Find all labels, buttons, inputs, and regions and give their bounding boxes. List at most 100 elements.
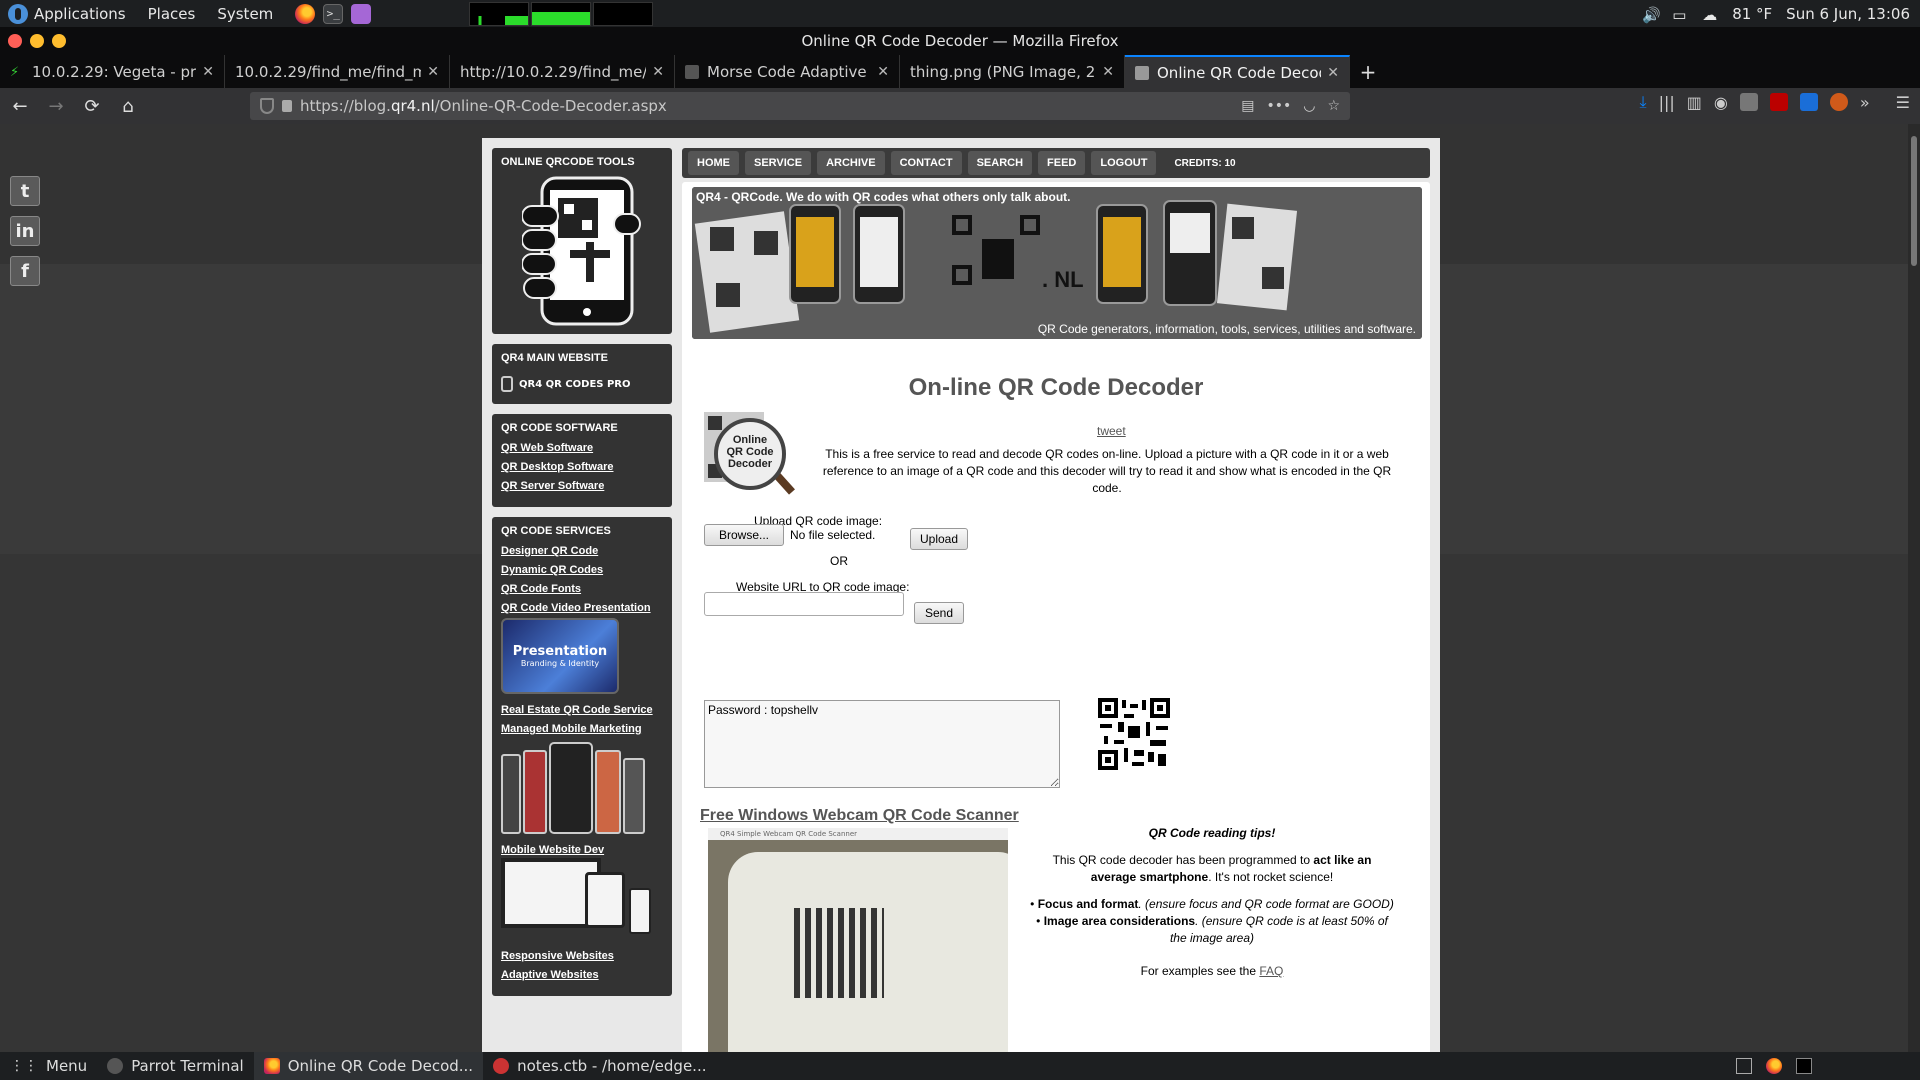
link-video-presentation[interactable]: QR Code Video Presentation: [501, 602, 663, 614]
decoded-result-textarea[interactable]: Password : topshellv: [704, 700, 1060, 788]
sidebar-icon[interactable]: ▥: [1687, 93, 1702, 112]
places-menu[interactable]: Places: [148, 5, 196, 23]
maximize-window-button[interactable]: [52, 34, 66, 48]
url-bar[interactable]: https://blog.qr4.nl/Online-QR-Code-Decod…: [250, 92, 1350, 120]
webcam-scanner-link[interactable]: Free Windows Webcam QR Code Scanner: [700, 807, 1019, 825]
lock-icon[interactable]: [282, 100, 292, 112]
tab-find-me-2[interactable]: http://10.0.2.29/find_me/fin ✕: [450, 55, 675, 88]
faq-link[interactable]: FAQ: [1259, 964, 1283, 978]
link-dynamic-qr[interactable]: Dynamic QR Codes: [501, 564, 663, 576]
link-mobile-marketing[interactable]: Managed Mobile Marketing: [501, 723, 663, 735]
linkedin-icon[interactable]: in: [10, 216, 40, 246]
library-icon[interactable]: |||: [1659, 93, 1675, 112]
link-designer-qr[interactable]: Designer QR Code: [501, 545, 663, 557]
main-website-heading: QR4 MAIN WEBSITE: [501, 352, 608, 364]
nav-home[interactable]: HOME: [688, 151, 739, 175]
forward-button[interactable]: →: [40, 91, 72, 121]
nav-contact[interactable]: CONTACT: [890, 151, 962, 175]
workspace-icon[interactable]: [1796, 1058, 1812, 1074]
extension-icon[interactable]: [1739, 93, 1758, 111]
site-page: ONLINE QRCODE TOOLS QR4 MAIN WEBSITE QR4…: [482, 138, 1440, 1052]
tab-find-me-1[interactable]: 10.0.2.29/find_me/find_me ✕: [225, 55, 450, 88]
link-web-software[interactable]: QR Web Software: [501, 442, 663, 454]
terminal-launcher-icon[interactable]: >_: [323, 3, 344, 24]
pocket-icon[interactable]: ◡: [1303, 98, 1315, 114]
foxyproxy-icon[interactable]: [1829, 93, 1848, 111]
site-nav-menu: HOME SERVICE ARCHIVE CONTACT SEARCH FEED…: [682, 148, 1430, 178]
link-server-software[interactable]: QR Server Software: [501, 480, 663, 492]
task-notes[interactable]: notes.ctb - /home/edge...: [483, 1052, 716, 1080]
presentation-image[interactable]: Presentation Branding & Identity: [501, 618, 619, 694]
tab-morse-code[interactable]: Morse Code Adaptive Au ✕: [675, 55, 900, 88]
link-qr-fonts[interactable]: QR Code Fonts: [501, 583, 663, 595]
qr4-pro-logo[interactable]: QR4 QR CODES PRO: [501, 372, 663, 396]
reload-button[interactable]: ⟳: [76, 91, 108, 121]
twitter-icon[interactable]: t: [10, 176, 40, 206]
phones-image[interactable]: [501, 742, 663, 834]
bookmark-star-icon[interactable]: ☆: [1327, 98, 1340, 114]
parrot-logo-icon[interactable]: [8, 3, 28, 24]
nav-archive[interactable]: ARCHIVE: [817, 151, 885, 175]
ublock-icon[interactable]: [1769, 93, 1788, 111]
close-window-button[interactable]: [8, 34, 22, 48]
tracking-shield-icon[interactable]: [260, 98, 274, 114]
keyboard-tray-icon[interactable]: [1736, 1058, 1752, 1074]
link-responsive-websites[interactable]: Responsive Websites: [501, 950, 663, 962]
page-scrollbar[interactable]: [1908, 124, 1920, 1052]
devices-image[interactable]: [501, 858, 663, 944]
url-text[interactable]: https://blog.qr4.nl/Online-QR-Code-Decod…: [300, 97, 1350, 115]
link-real-estate[interactable]: Real Estate QR Code Service: [501, 704, 663, 716]
tab-label: http://10.0.2.29/find_me/fin: [460, 62, 647, 81]
facebook-icon[interactable]: f: [10, 256, 40, 286]
page-actions-icon[interactable]: •••: [1266, 98, 1291, 114]
display-icon[interactable]: ▭: [1672, 6, 1688, 24]
phone-in-hand-icon[interactable]: [521, 176, 642, 326]
new-tab-button[interactable]: +: [1350, 55, 1386, 88]
link-adaptive-websites[interactable]: Adaptive Websites: [501, 969, 663, 981]
start-menu-button[interactable]: ⋮⋮ Menu: [0, 1052, 97, 1080]
tab-thing-png[interactable]: thing.png (PNG Image, 200 ✕: [900, 55, 1125, 88]
nav-feed[interactable]: FEED: [1038, 151, 1086, 175]
qr-url-input[interactable]: [704, 592, 904, 616]
close-tab-icon[interactable]: ✕: [652, 64, 664, 80]
tab-qr-decoder[interactable]: Online QR Code Decoder ✕: [1125, 55, 1350, 88]
nav-search[interactable]: SEARCH: [967, 151, 1033, 175]
minimize-window-button[interactable]: [30, 34, 44, 48]
page-title: On-line QR Code Decoder: [908, 374, 1204, 401]
hamburger-menu-icon[interactable]: ☰: [1896, 93, 1910, 112]
home-button[interactable]: ⌂: [112, 91, 144, 121]
close-tab-icon[interactable]: ✕: [202, 64, 214, 80]
close-tab-icon[interactable]: ✕: [427, 64, 439, 80]
downloads-icon[interactable]: ⤓: [1640, 92, 1647, 112]
back-button[interactable]: ←: [4, 91, 36, 121]
browse-button[interactable]: Browse...: [704, 524, 784, 546]
link-mobile-website-dev[interactable]: Mobile Website Dev: [501, 844, 663, 856]
firefox-tray-icon[interactable]: [1766, 1058, 1782, 1074]
close-tab-icon[interactable]: ✕: [1102, 64, 1114, 80]
firefox-launcher-icon[interactable]: [295, 3, 316, 24]
system-menu[interactable]: System: [217, 5, 273, 23]
close-tab-icon[interactable]: ✕: [1327, 65, 1339, 81]
notes-launcher-icon[interactable]: [351, 3, 372, 24]
applications-menu[interactable]: Applications: [34, 5, 126, 23]
account-icon[interactable]: ◉: [1714, 93, 1728, 112]
upload-button[interactable]: Upload: [910, 528, 968, 550]
overflow-icon[interactable]: »: [1860, 93, 1870, 112]
task-firefox[interactable]: Online QR Code Decod...: [253, 1052, 484, 1080]
nav-logout[interactable]: LOGOUT: [1091, 151, 1157, 175]
tweet-link[interactable]: tweet: [1097, 424, 1126, 438]
reader-view-icon[interactable]: ▤: [1241, 98, 1254, 114]
clock[interactable]: Sun 6 Jun, 13:06: [1786, 5, 1910, 23]
volume-icon[interactable]: 🔊: [1642, 6, 1661, 24]
extension-s-icon[interactable]: [1799, 93, 1818, 111]
scrollbar-thumb[interactable]: [1911, 136, 1917, 266]
nav-service[interactable]: SERVICE: [745, 151, 812, 175]
close-tab-icon[interactable]: ✕: [877, 64, 889, 80]
send-button[interactable]: Send: [914, 602, 964, 624]
webcam-screenshot-image[interactable]: QR4 Simple Webcam QR Code Scanner: [708, 828, 1008, 1052]
link-desktop-software[interactable]: QR Desktop Software: [501, 461, 663, 473]
tab-vegeta[interactable]: ⚡ 10.0.2.29: Vegeta - prope ✕: [0, 55, 225, 88]
services-box: QR CODE SERVICES Designer QR Code Dynami…: [492, 517, 672, 996]
task-parrot-terminal[interactable]: Parrot Terminal: [97, 1052, 254, 1080]
grid-icon: ⋮⋮: [10, 1058, 38, 1074]
